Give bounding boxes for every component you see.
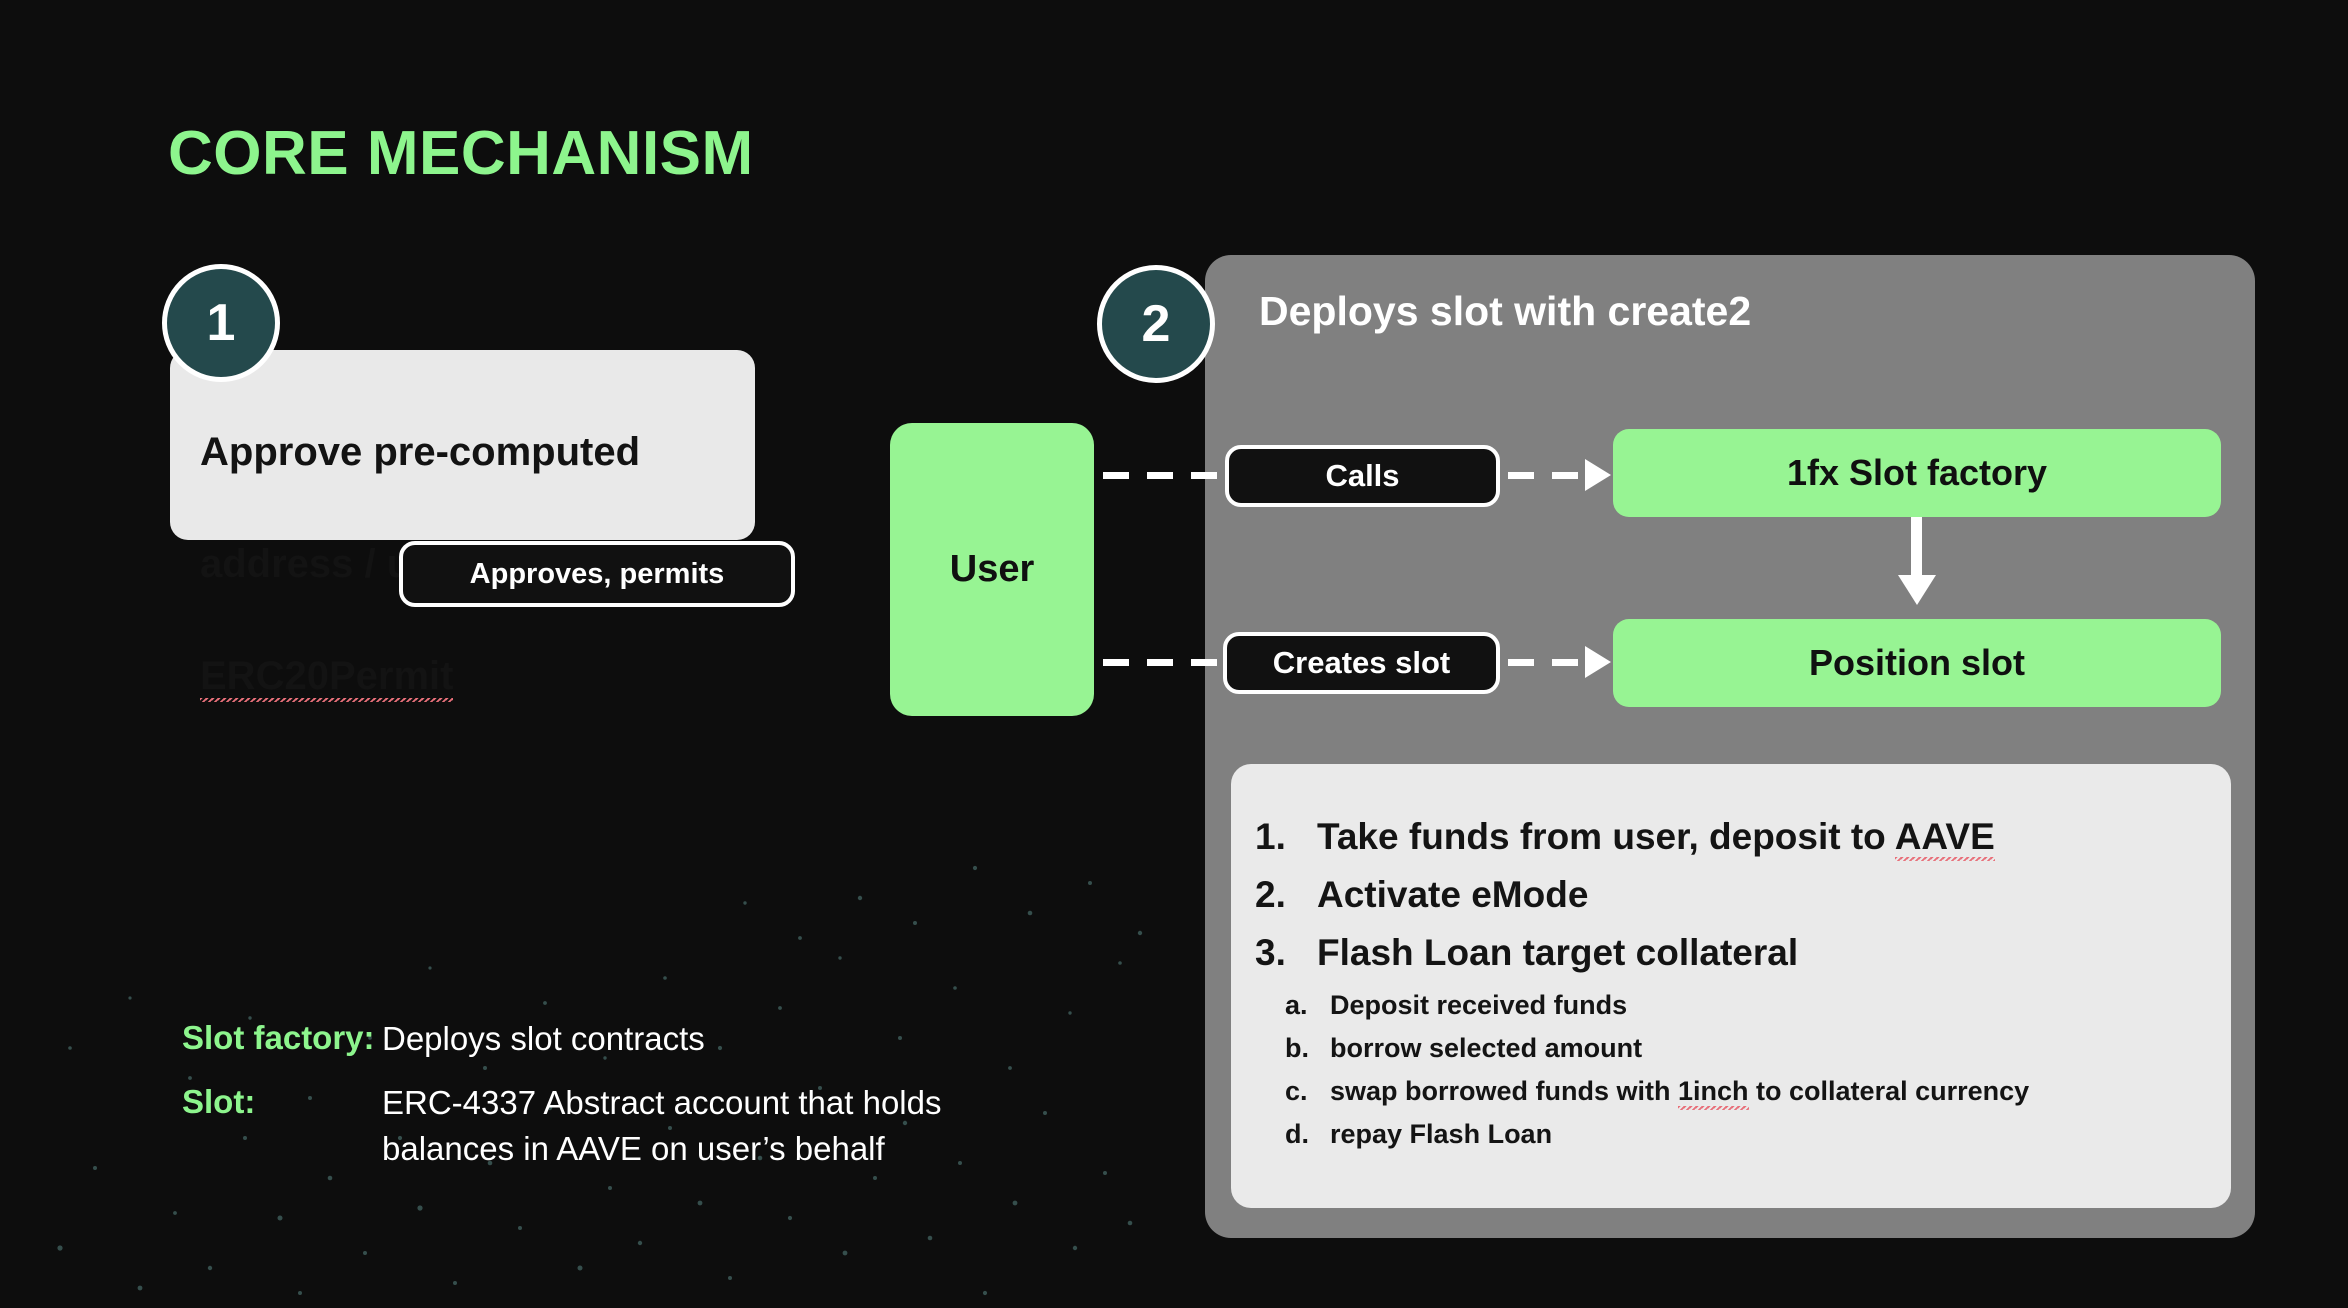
numbered-steps-list: 1. Take funds from user, deposit to AAVE…: [1255, 810, 2215, 984]
calls-pill[interactable]: Calls: [1225, 445, 1500, 507]
user-box: User: [890, 423, 1094, 716]
step2-title: Deploys slot with create2: [1259, 288, 1752, 334]
list-text: swap borrowed funds with 1inch to collat…: [1330, 1070, 2029, 1113]
arrow-down-head-icon: [1898, 575, 1936, 605]
list-text: repay Flash Loan: [1330, 1119, 1553, 1149]
list-item: b. borrow selected amount: [1285, 1027, 2225, 1070]
step1-line-1: Approve pre-computed: [200, 430, 641, 474]
legend-value: ERC-4337 Abstract account that holds bal…: [382, 1084, 942, 1167]
list-item: 2. Activate eMode: [1255, 868, 2215, 922]
list-item: 3. Flash Loan target collateral: [1255, 926, 2215, 980]
list-text: Deposit received funds: [1330, 990, 1628, 1020]
list-text: borrow selected amount: [1330, 1033, 1643, 1063]
list-text: Flash Loan target collateral: [1317, 932, 1799, 973]
position-slot-box: Position slot: [1613, 619, 2221, 707]
step-badge-2: 2: [1097, 265, 1215, 383]
dashed-connector-creates-position: [1508, 659, 1588, 666]
approves-permits-pill[interactable]: Approves, permits: [399, 541, 795, 607]
legend-key: Slot:: [182, 1083, 256, 1120]
list-marker: a.: [1285, 990, 1308, 1020]
step-badge-1: 1: [162, 264, 280, 382]
list-marker: c.: [1285, 1076, 1308, 1106]
list-marker: 3.: [1255, 932, 1286, 973]
arrow-down-icon: [1911, 517, 1922, 579]
list-item: 1. Take funds from user, deposit to AAVE: [1255, 810, 2215, 864]
dashed-connector-user-calls: [1103, 472, 1225, 479]
dashed-connector-calls-factory: [1508, 472, 1588, 479]
list-marker: b.: [1285, 1033, 1309, 1063]
lettered-substeps-list: a. Deposit received funds b. borrow sele…: [1285, 984, 2225, 1156]
creates-slot-pill[interactable]: Creates slot: [1223, 632, 1500, 694]
list-item: c. swap borrowed funds with 1inch to col…: [1285, 1070, 2225, 1113]
list-text: Activate eMode: [1317, 874, 1589, 915]
legend-key: Slot factory:: [182, 1019, 375, 1056]
slide-canvas: CORE MECHANISM 1 Approve pre-computed ad…: [0, 0, 2348, 1308]
list-marker: 1.: [1255, 816, 1286, 857]
list-item: a. Deposit received funds: [1285, 984, 2225, 1027]
legend-row: Slot factory: Deploys slot contracts: [182, 1016, 1082, 1062]
slot-factory-box: 1fx Slot factory: [1613, 429, 2221, 517]
dashed-connector-user-creates: [1103, 659, 1225, 666]
arrow-right-icon: [1585, 646, 1611, 678]
list-text: Take funds from user, deposit to AAVE: [1317, 810, 1995, 864]
step1-description: Approve pre-computed address / uses ERC2…: [200, 368, 740, 704]
step1-line-3: ERC20Permit: [200, 654, 454, 702]
legend-row: Slot: ERC-4337 Abstract account that hol…: [182, 1080, 1082, 1172]
arrow-right-icon: [1585, 459, 1611, 491]
list-item: d. repay Flash Loan: [1285, 1113, 2225, 1156]
list-marker: d.: [1285, 1119, 1309, 1149]
legend: Slot factory: Deploys slot contracts Slo…: [182, 1016, 1082, 1190]
page-title: CORE MECHANISM: [168, 119, 754, 188]
list-marker: 2.: [1255, 874, 1286, 915]
legend-value: Deploys slot contracts: [382, 1020, 705, 1057]
